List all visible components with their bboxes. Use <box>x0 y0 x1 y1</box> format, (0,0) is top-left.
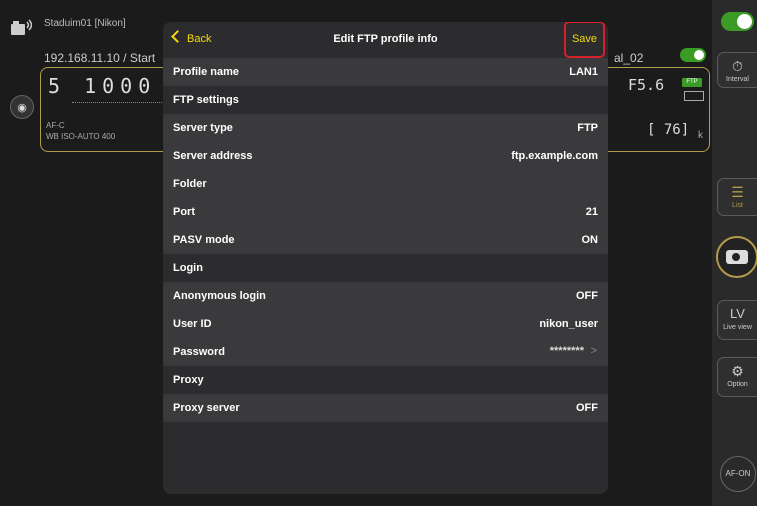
live-view-button[interactable]: LV Live view <box>717 300 757 340</box>
row-value: OFF <box>576 402 598 414</box>
lcd-remaining-count: [ 76] <box>647 122 690 138</box>
section-login: Login <box>163 254 608 282</box>
lcd-ftp-badge: FTP <box>682 78 702 87</box>
af-on-button[interactable]: AF-ON <box>720 456 756 492</box>
password-value: ******** <box>549 345 584 357</box>
row-password[interactable]: Password ******** > <box>163 338 608 366</box>
camera-name: Staduim01 [Nikon] <box>44 18 126 29</box>
row-value: 21 <box>585 206 598 218</box>
row-server-address[interactable]: Server address ftp.example.com <box>163 142 608 170</box>
row-label: Server address <box>173 150 253 162</box>
dialog-nav-bar: Back Edit FTP profile info Save <box>163 22 608 58</box>
row-label: User ID <box>173 318 212 330</box>
row-label: Anonymous login <box>173 290 266 302</box>
row-profile-name[interactable]: Profile name LAN1 <box>163 58 608 86</box>
row-label: Server type <box>173 122 233 134</box>
interval-timer-icon: ⏱ <box>732 58 743 74</box>
lcd-shutter-speed: 5 1000 <box>48 74 157 98</box>
row-proxy-server[interactable]: Proxy server OFF <box>163 394 608 422</box>
lcd-info-line1: AF-C <box>46 121 65 130</box>
row-value: ON <box>581 234 599 246</box>
camera-wifi-icon <box>11 19 32 35</box>
list-label: List <box>732 202 743 209</box>
row-label: Port <box>173 206 195 218</box>
list-icon: ☰ <box>731 184 744 200</box>
row-label: Folder <box>173 178 207 190</box>
lv-icon: LV <box>730 306 745 321</box>
power-toggle[interactable] <box>721 12 754 31</box>
section-label: FTP settings <box>173 94 239 106</box>
option-label: Option <box>727 381 748 388</box>
save-button[interactable]: Save <box>564 22 605 58</box>
section-label: Login <box>173 262 203 274</box>
row-value: OFF <box>576 290 598 302</box>
section-proxy: Proxy <box>163 366 608 394</box>
camera-side-icon[interactable]: ◉ <box>10 95 34 119</box>
dialog-title: Edit FTP profile info <box>333 33 438 45</box>
row-value: FTP <box>577 122 598 134</box>
camera-address: 192.168.11.10 / Start <box>44 51 156 65</box>
row-folder[interactable]: Folder <box>163 170 608 198</box>
row-label: PASV mode <box>173 234 235 246</box>
lcd-aperture: F5.6 <box>628 76 665 94</box>
section-ftp-settings: FTP settings <box>163 86 608 114</box>
live-view-label: Live view <box>723 324 752 331</box>
profile-address-right: al_02 <box>614 51 644 65</box>
row-value: nikon_user <box>539 318 598 330</box>
row-value: LAN1 <box>569 66 598 78</box>
row-server-type[interactable]: Server type FTP <box>163 114 608 142</box>
battery-icon <box>684 91 704 101</box>
lcd-info: AF-C WB ISO-AUTO 400 <box>46 120 115 142</box>
row-label: Profile name <box>173 66 240 78</box>
row-label: Proxy server <box>173 402 240 414</box>
row-port[interactable]: Port 21 <box>163 198 608 226</box>
row-pasv-mode[interactable]: PASV mode ON <box>163 226 608 254</box>
lcd-info-line2: WB ISO-AUTO 400 <box>46 132 116 141</box>
row-label: Password <box>173 346 225 358</box>
section-label: Proxy <box>173 374 204 386</box>
lcd-exposure-scale <box>72 102 162 107</box>
shutter-button[interactable] <box>716 236 757 278</box>
interval-label: Interval <box>726 76 749 83</box>
list-button[interactable]: ☰ List <box>717 178 757 216</box>
chevron-right-icon: > <box>590 345 597 357</box>
edit-ftp-profile-dialog: Back Edit FTP profile info Save Profile … <box>163 22 608 494</box>
connection-toggle[interactable] <box>680 48 706 62</box>
row-user-id[interactable]: User ID nikon_user <box>163 310 608 338</box>
interval-button[interactable]: ⏱ Interval <box>717 52 757 88</box>
row-anonymous-login[interactable]: Anonymous login OFF <box>163 282 608 310</box>
lcd-frame-suffix: k <box>698 130 703 141</box>
option-button[interactable]: ⚙ Option <box>717 357 757 397</box>
camera-icon <box>726 250 748 264</box>
gear-icon: ⚙ <box>731 363 744 379</box>
row-value: ftp.example.com <box>511 150 598 162</box>
